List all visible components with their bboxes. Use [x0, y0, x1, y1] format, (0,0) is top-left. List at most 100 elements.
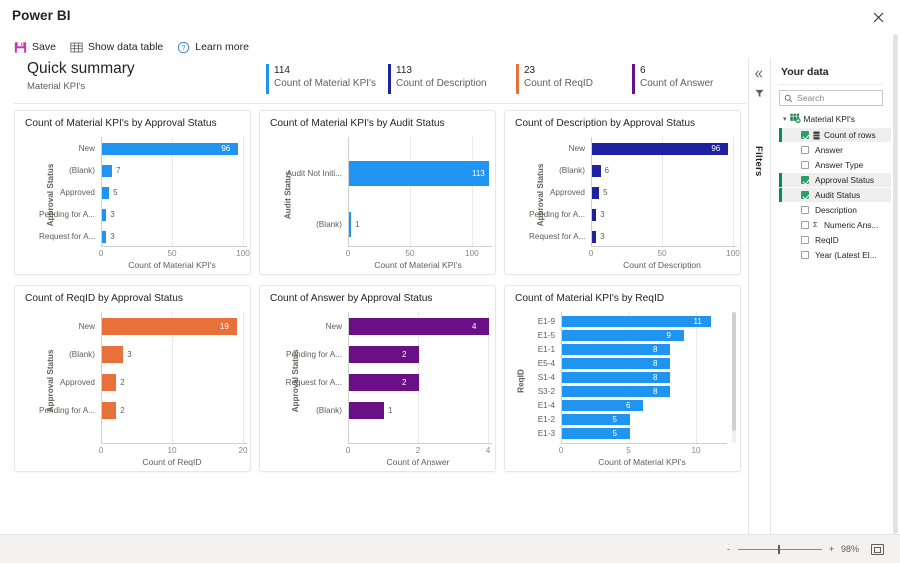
grid-line [409, 137, 411, 246]
chart-tile-material-kpis-by-audit-status[interactable]: Count of Material KPI's by Audit Status A… [259, 110, 496, 275]
field-checkbox[interactable] [801, 191, 809, 199]
fit-to-page-icon[interactable] [871, 543, 884, 555]
field-item-description[interactable]: Description [779, 203, 891, 217]
bar-value-label: 3 [110, 232, 115, 241]
zoom-slider-thumb[interactable] [778, 544, 780, 554]
bar[interactable] [102, 231, 107, 243]
chart-plot-area[interactable]: Approval Status New 96 (Blank) 7 Approved 5 Pen… [15, 135, 250, 274]
field-item-audit-status[interactable]: Audit Status [779, 188, 891, 202]
expand-filters-button[interactable] [754, 86, 766, 98]
learn-more-button[interactable]: ? Learn more [177, 41, 249, 54]
bar[interactable] [349, 161, 489, 186]
chart-title: Count of Answer by Approval Status [270, 293, 433, 304]
bar[interactable] [102, 165, 112, 177]
bar[interactable] [349, 318, 489, 335]
bar[interactable] [562, 414, 630, 425]
bar-value-label: 6 [604, 166, 609, 175]
chart-plot-area[interactable]: Approval Status New 19 (Blank) 3 Approved 2 Pen… [15, 310, 250, 471]
category-label: Pending for A... [39, 210, 95, 219]
category-label: E1-2 [537, 414, 555, 424]
kpi-label: Count of Description [396, 78, 487, 89]
chart-tile-reqid-by-approval-status[interactable]: Count of ReqID by Approval Status Approva… [14, 285, 251, 472]
bar[interactable] [592, 165, 601, 177]
field-checkbox[interactable] [801, 146, 809, 154]
bar[interactable] [592, 187, 600, 199]
page-scrollbar[interactable] [893, 34, 898, 534]
chart-tile-answer-by-approval-status[interactable]: Count of Answer by Approval Status Approv… [259, 285, 496, 472]
bar[interactable] [592, 143, 729, 155]
field-item-numeric-answer[interactable]: Σ Numeric Ans... [779, 218, 891, 232]
bar-value-label: 6 [626, 400, 631, 410]
field-item-answer[interactable]: Answer [779, 143, 891, 157]
chart-tile-material-kpis-by-approval-status[interactable]: Count of Material KPI's by Approval Stat… [14, 110, 251, 275]
x-axis-tick-label: 10 [167, 446, 177, 455]
chart-plot-area[interactable]: ReqID E1-9 11 E1-5 9 E1-1 8 E5-4 8 S1-4 8 S3-2 8 E1-4… [505, 310, 740, 471]
field-checkbox[interactable] [801, 206, 809, 214]
learn-more-label: Learn more [195, 41, 249, 53]
category-label: Pending for A... [39, 405, 95, 415]
bar[interactable] [349, 346, 419, 363]
field-checkbox[interactable] [801, 236, 809, 244]
chart-tile-description-by-approval-status[interactable]: Count of Description by Approval Status A… [504, 110, 741, 275]
bar[interactable] [349, 374, 419, 391]
field-item-year-latest[interactable]: Year (Latest El... [779, 248, 891, 262]
x-axis-tick-label: 100 [465, 249, 479, 258]
category-label: New [568, 144, 585, 153]
close-button[interactable] [864, 6, 892, 28]
table-icon [70, 42, 83, 52]
category-label: Approved [549, 188, 585, 197]
field-checkbox[interactable] [801, 131, 809, 139]
category-label: E1-1 [537, 344, 555, 354]
chart-plot-area[interactable]: Audit Status Audit Not Initi... 113 (Blank)… [260, 135, 495, 274]
field-checkbox[interactable] [801, 221, 809, 229]
x-axis-line [348, 443, 492, 444]
chart-plot-area[interactable]: Approval Status New 96 (Blank) 6 Approved 5 Pen… [505, 135, 740, 274]
bar[interactable] [102, 318, 237, 335]
bar-value-label: 5 [612, 428, 617, 438]
bar-value-label: 8 [653, 344, 658, 354]
field-checkbox[interactable] [801, 251, 809, 259]
field-item-approval-status[interactable]: Approval Status [779, 173, 891, 187]
chart-title: Count of Material KPI's by Approval Stat… [25, 118, 217, 129]
chart-tile-material-kpis-by-reqid[interactable]: Count of Material KPI's by ReqID ReqID E1-… [504, 285, 741, 472]
bar-value-label: 96 [221, 144, 231, 153]
save-button[interactable]: Save [14, 41, 56, 54]
kpi-card-material-kpis: 114 Count of Material KPI's [266, 64, 376, 96]
chart-plot-area[interactable]: Approval Status New 4 Pending for A... 2 Requ… [260, 310, 495, 471]
bar[interactable] [592, 209, 597, 221]
show-data-table-button[interactable]: Show data table [70, 41, 163, 54]
bar[interactable] [562, 400, 643, 411]
field-item-reqid[interactable]: ReqID [779, 233, 891, 247]
zoom-slider[interactable] [738, 544, 822, 554]
bar[interactable] [562, 316, 711, 327]
chart-scrollbar-thumb[interactable] [732, 312, 736, 431]
category-label: S3-2 [537, 386, 555, 396]
chevron-down-icon: ▾ [783, 115, 787, 123]
bar[interactable] [102, 209, 107, 221]
field-checkbox[interactable] [801, 161, 809, 169]
bar[interactable] [349, 212, 351, 237]
bar[interactable] [592, 231, 597, 243]
field-label: Answer Type [815, 160, 864, 170]
bar[interactable] [102, 187, 110, 199]
bar[interactable] [102, 143, 239, 155]
bar[interactable] [102, 402, 117, 419]
bar[interactable] [562, 330, 684, 341]
bar[interactable] [562, 428, 630, 439]
bar[interactable] [102, 346, 124, 363]
collapse-pane-button[interactable] [754, 66, 766, 78]
x-axis-line [561, 443, 727, 444]
zoom-in-button[interactable]: + [828, 544, 835, 554]
field-item-count-of-rows[interactable]: Count of rows [779, 128, 891, 142]
field-item-answer-type[interactable]: Answer Type [779, 158, 891, 172]
bar[interactable] [349, 402, 384, 419]
search-input[interactable]: Search [779, 90, 883, 106]
bar[interactable] [102, 374, 117, 391]
zoom-out-button[interactable]: - [725, 544, 732, 554]
field-checkbox[interactable] [801, 176, 809, 184]
data-table-root[interactable]: ▾ Material KPI's [783, 112, 883, 125]
x-axis-tick-label: 0 [98, 446, 104, 455]
category-label: (Blank) [69, 349, 95, 359]
page-subtitle: Material KPI's [27, 81, 86, 92]
x-axis-tick-label: 0 [588, 249, 594, 258]
